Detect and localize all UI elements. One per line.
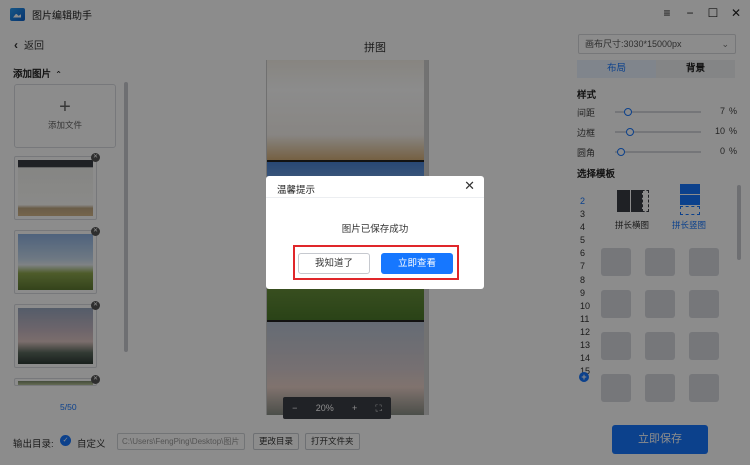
dialog-message: 图片已保存成功 [341,224,409,235]
got-it-button[interactable]: 我知道了 [298,253,370,274]
dialog-title: 温馨提示 [277,185,316,196]
close-icon[interactable]: ✕ [464,179,475,193]
view-now-button[interactable]: 立即查看 [381,253,453,274]
save-success-dialog: 温馨提示 ✕ 图片已保存成功 我知道了 立即查看 [266,176,484,289]
dialog-header: 温馨提示 ✕ [266,176,484,198]
